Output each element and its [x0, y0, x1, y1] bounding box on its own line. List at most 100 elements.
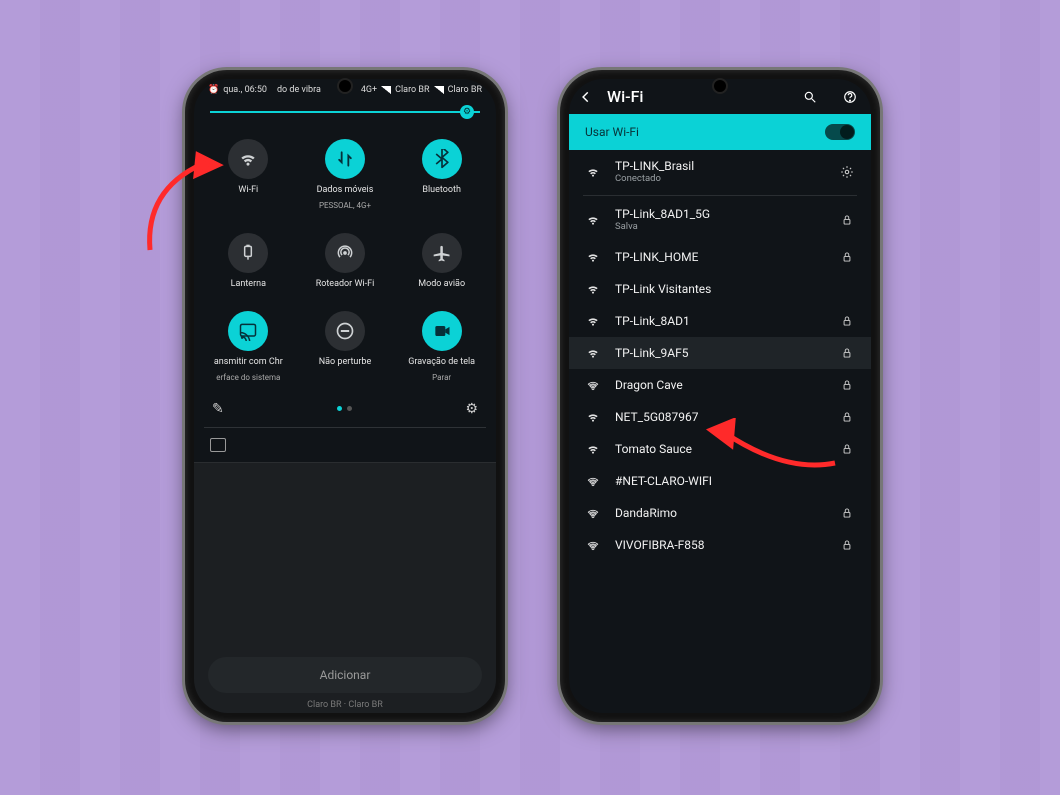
wifi-network-name: #NET-CLARO-WIFI [615, 474, 825, 488]
wifi-signal-icon [583, 250, 603, 264]
qs-tile-data[interactable]: Dados móveis PESSOAL, 4G+ [299, 139, 392, 211]
wifi-network-name: VIVOFIBRA-F858 [615, 538, 825, 552]
gear-icon[interactable] [837, 165, 857, 179]
wifi-signal-icon [583, 314, 603, 328]
wifi-signal-icon [583, 282, 603, 296]
qs-tile-label: Modo avião [418, 279, 465, 290]
qs-tile-airplane[interactable]: Modo avião [395, 233, 488, 290]
qs-tile-label: Bluetooth [422, 185, 461, 196]
carrier-1: Claro BR [395, 85, 429, 95]
help-icon[interactable] [843, 90, 857, 104]
carrier-2: Claro BR [448, 85, 482, 95]
wifi-network-row[interactable]: DandaRimo [569, 497, 871, 529]
wifi-network-name: TP-Link_8AD1 [615, 314, 825, 328]
lock-icon [837, 442, 857, 456]
flashlight-icon [228, 233, 268, 273]
wifi-network-row[interactable]: TP-Link_8AD1 [569, 305, 871, 337]
cast-icon [210, 438, 226, 452]
wifi-network-row[interactable]: VIVOFIBRA-F858 [569, 529, 871, 561]
data-icon [325, 139, 365, 179]
screen-quick-settings: ⏰ qua., 06:50 do de vibra 4G+ Claro BR C… [194, 79, 496, 713]
net-badge: 4G+ [361, 85, 377, 95]
wifi-network-row[interactable]: TP-Link Visitantes [569, 273, 871, 305]
qs-tile-label: Gravação de tela [408, 357, 475, 368]
qs-tile-record[interactable]: Gravação de tela Parar [395, 311, 488, 383]
add-button[interactable]: Adicionar [208, 657, 482, 693]
lock-icon [837, 506, 857, 520]
add-button-label: Adicionar [320, 668, 371, 682]
carrier-footer-text: Claro BR · Claro BR [194, 700, 496, 710]
wifi-toggle-switch[interactable] [825, 124, 855, 140]
qs-tile-label: ansmitir com Chr [214, 357, 283, 368]
wifi-network-row[interactable]: TP-LINK_Brasil Conectado [569, 150, 871, 193]
wifi-icon [228, 139, 268, 179]
wifi-network-name: NET_5G087967 [615, 410, 825, 424]
wifi-signal-icon [583, 538, 603, 552]
phone-quick-settings: ⏰ qua., 06:50 do de vibra 4G+ Claro BR C… [185, 70, 505, 722]
wifi-network-status: Salva [615, 221, 825, 232]
page-indicator [224, 406, 466, 411]
notification-area: Adicionar Claro BR · Claro BR [194, 462, 496, 713]
alarm-icon: ⏰ [208, 85, 219, 95]
lock-icon [837, 213, 857, 227]
signal-icon-1 [381, 86, 391, 94]
wifi-network-name: DandaRimo [615, 506, 825, 520]
ringer-mode-text: do de vibra [277, 85, 321, 95]
wifi-signal-icon [583, 442, 603, 456]
qs-tile-bluetooth[interactable]: Bluetooth [395, 139, 488, 211]
wifi-network-row[interactable]: TP-Link_9AF5 [569, 337, 871, 369]
screen-wifi: Wi-Fi Usar Wi-Fi TP-LINK_Brasil Conectad… [569, 79, 871, 713]
qs-tile-wifi[interactable]: Wi-Fi [202, 139, 295, 211]
search-icon[interactable] [803, 90, 817, 104]
wifi-signal-icon [583, 474, 603, 488]
wifi-network-name: TP-LINK_Brasil [615, 159, 825, 173]
qs-tile-label: Roteador Wi-Fi [316, 279, 375, 290]
wifi-network-name: TP-LINK_HOME [615, 250, 825, 264]
wifi-title: Wi-Fi [607, 87, 789, 106]
airplane-icon [422, 233, 462, 273]
use-wifi-label: Usar Wi-Fi [585, 125, 639, 139]
record-icon [422, 311, 462, 351]
wifi-network-name: Dragon Cave [615, 378, 825, 392]
qs-tile-sublabel: erface do sistema [216, 374, 280, 383]
camera-hole [339, 80, 351, 92]
page-dot-2 [347, 406, 352, 411]
wifi-network-name: TP-Link_9AF5 [615, 346, 825, 360]
wifi-signal-icon [583, 213, 603, 227]
background-pattern [0, 0, 1060, 795]
qs-tile-dnd[interactable]: Não perturbe [299, 311, 392, 383]
brightness-slider[interactable]: ⚙ [210, 105, 480, 119]
back-icon[interactable] [579, 90, 593, 104]
wifi-network-row[interactable]: TP-LINK_HOME [569, 241, 871, 273]
lock-icon [837, 314, 857, 328]
phone-frame: ⏰ qua., 06:50 do de vibra 4G+ Claro BR C… [185, 70, 505, 722]
wifi-network-list[interactable]: TP-LINK_Brasil Conectado TP-Link_8AD1_5G… [569, 150, 871, 713]
qs-tile-label: Wi-Fi [238, 185, 258, 196]
use-wifi-toggle-row[interactable]: Usar Wi-Fi [569, 114, 871, 150]
media-output-row[interactable] [194, 428, 496, 462]
qs-tile-cast[interactable]: ansmitir com Chr erface do sistema [202, 311, 295, 383]
qs-tile-label: Lanterna [231, 279, 266, 290]
wifi-network-row[interactable]: Dragon Cave [569, 369, 871, 401]
edit-tiles-icon[interactable]: ✎ [212, 401, 224, 417]
wifi-network-row[interactable]: NET_5G087967 [569, 401, 871, 433]
wifi-network-status: Conectado [615, 173, 825, 184]
settings-gear-icon[interactable]: ⚙ [465, 401, 478, 417]
wifi-network-name: TP-Link_8AD1_5G [615, 207, 825, 221]
qs-tile-hotspot[interactable]: Roteador Wi-Fi [299, 233, 392, 290]
qs-tile-sublabel: PESSOAL, 4G+ [319, 202, 371, 211]
page-dot-1 [337, 406, 342, 411]
status-date-time: qua., 06:50 [223, 85, 267, 95]
camera-hole [714, 80, 726, 92]
wifi-network-row[interactable]: TP-Link_8AD1_5G Salva [569, 198, 871, 241]
brightness-gear-icon[interactable]: ⚙ [460, 105, 474, 119]
wifi-network-row[interactable]: #NET-CLARO-WIFI [569, 465, 871, 497]
qs-tile-flashlight[interactable]: Lanterna [202, 233, 295, 290]
lock-icon [837, 538, 857, 552]
bluetooth-icon [422, 139, 462, 179]
phone-wifi-list: Wi-Fi Usar Wi-Fi TP-LINK_Brasil Conectad… [560, 70, 880, 722]
lock-icon [837, 410, 857, 424]
qs-tile-label: Dados móveis [317, 185, 374, 196]
wifi-network-row[interactable]: Tomato Sauce [569, 433, 871, 465]
dnd-icon [325, 311, 365, 351]
